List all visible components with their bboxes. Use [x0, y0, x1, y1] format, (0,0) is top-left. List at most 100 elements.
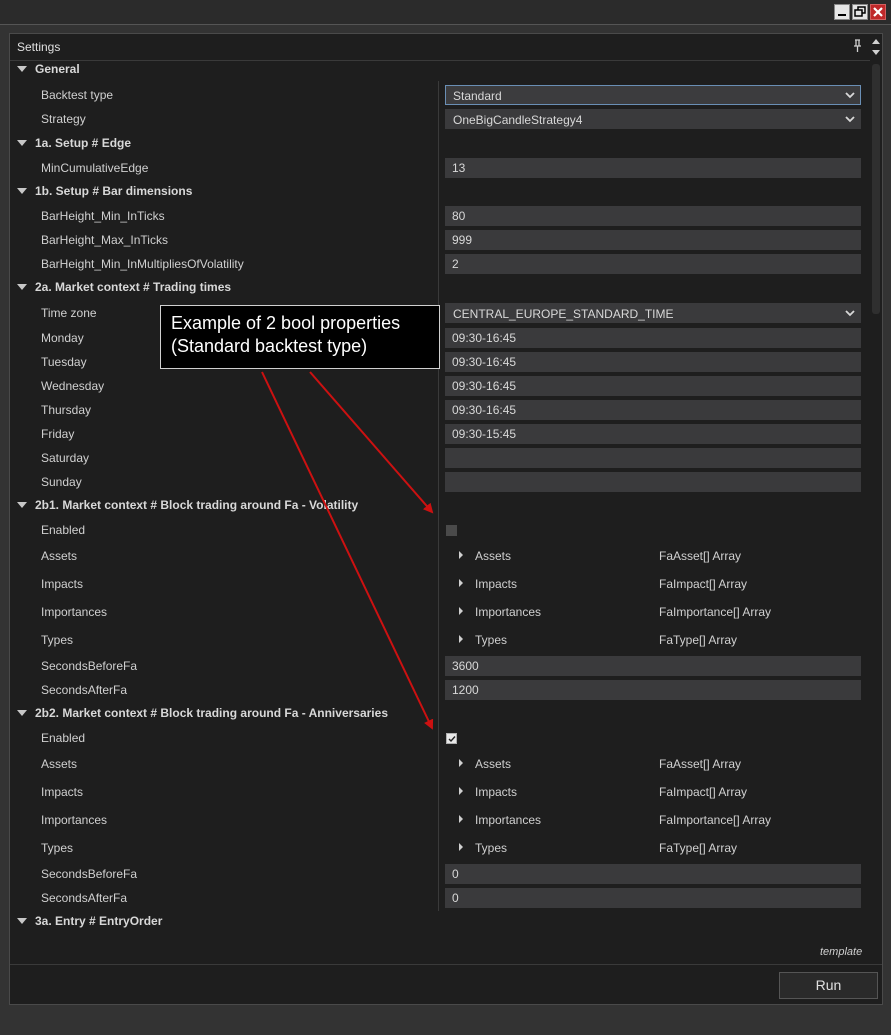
minimize-button[interactable] — [834, 4, 850, 20]
category-anniversaries[interactable]: 2b2. Market context # Block trading arou… — [10, 702, 870, 726]
anniversaries-seconds-after-input[interactable]: 0 — [445, 888, 861, 908]
expand-arrow-icon[interactable] — [459, 607, 463, 615]
chevron-down-icon[interactable] — [844, 307, 856, 319]
volatility-seconds-after-input[interactable]: 1200 — [445, 680, 861, 700]
property-label: SecondsAfterFa — [41, 683, 128, 697]
volatility-seconds-before-input[interactable]: 3600 — [445, 656, 861, 676]
property-label: Importances — [41, 813, 108, 827]
property-volatility-seconds-before: SecondsBeforeFa 3600 — [10, 654, 870, 678]
expand-arrow-icon[interactable] — [459, 843, 463, 851]
array-name[interactable]: Assets — [475, 757, 511, 771]
property-label: MinCumulativeEdge — [41, 161, 149, 175]
expand-arrow-icon[interactable] — [17, 284, 27, 290]
bar-max-ticks-input[interactable]: 999 — [445, 230, 861, 250]
backtest-type-select[interactable]: Standard — [445, 85, 861, 105]
property-label: Strategy — [41, 112, 86, 126]
chevron-down-icon[interactable] — [844, 113, 856, 125]
category-entry-order[interactable]: 3a. Entry # EntryOrder — [10, 910, 870, 934]
restore-button[interactable] — [852, 4, 868, 20]
volatility-enabled-checkbox[interactable] — [446, 525, 457, 536]
scroll-up-icon[interactable] — [870, 36, 882, 46]
expand-arrow-icon[interactable] — [17, 502, 27, 508]
property-label: Importances — [41, 605, 108, 619]
tuesday-input[interactable]: 09:30-16:45 — [445, 352, 861, 372]
array-name[interactable]: Assets — [475, 549, 511, 563]
vertical-scrollbar[interactable] — [870, 34, 882, 964]
saturday-input[interactable] — [445, 448, 861, 468]
expand-arrow-icon[interactable] — [459, 551, 463, 559]
array-name[interactable]: Importances — [475, 605, 541, 619]
wednesday-input[interactable]: 09:30-16:45 — [445, 376, 861, 396]
property-anniversaries-seconds-after: SecondsAfterFa 0 — [10, 886, 870, 910]
expand-arrow-icon[interactable] — [459, 759, 463, 767]
select-value: CENTRAL_EUROPE_STANDARD_TIME — [453, 307, 674, 321]
select-value: OneBigCandleStrategy4 — [453, 113, 583, 127]
anniversaries-enabled-checkbox[interactable] — [446, 733, 457, 744]
expand-arrow-icon[interactable] — [17, 188, 27, 194]
close-button[interactable] — [870, 4, 886, 20]
thursday-input[interactable]: 09:30-16:45 — [445, 400, 861, 420]
expand-arrow-icon[interactable] — [17, 140, 27, 146]
strategy-select[interactable]: OneBigCandleStrategy4 — [445, 109, 861, 129]
array-name[interactable]: Types — [475, 841, 507, 855]
property-label: Wednesday — [41, 379, 105, 393]
category-edge[interactable]: 1a. Setup # Edge — [10, 132, 870, 156]
array-type: FaAsset[] Array — [659, 549, 742, 563]
property-label: Tuesday — [41, 355, 87, 369]
expand-arrow-icon[interactable] — [17, 710, 27, 716]
expand-arrow-icon[interactable] — [17, 918, 27, 924]
property-label: SecondsBeforeFa — [41, 867, 138, 881]
property-saturday: Saturday — [10, 446, 870, 470]
property-volatility-types: Types Types FaType[] Array — [10, 628, 870, 652]
array-name[interactable]: Impacts — [475, 785, 517, 799]
friday-input[interactable]: 09:30-15:45 — [445, 424, 861, 444]
callout-line-1: Example of 2 bool properties — [171, 313, 401, 333]
minimize-icon — [838, 14, 846, 16]
annotation-callout: Example of 2 bool properties (Standard b… — [160, 305, 440, 369]
category-title: 2a. Market context # Trading times — [35, 280, 232, 294]
array-type: FaImportance[] Array — [659, 605, 772, 619]
array-name[interactable]: Importances — [475, 813, 541, 827]
property-volatility-enabled: Enabled — [10, 518, 870, 542]
category-bar-dimensions[interactable]: 1b. Setup # Bar dimensions — [10, 180, 870, 204]
array-type: FaImpact[] Array — [659, 577, 748, 591]
property-label: Assets — [41, 757, 78, 771]
expand-arrow-icon[interactable] — [459, 579, 463, 587]
property-time-zone: Time zone CENTRAL_EUROPE_STANDARD_TIME — [10, 301, 870, 325]
expand-arrow-icon[interactable] — [459, 815, 463, 823]
chevron-down-icon[interactable] — [844, 89, 856, 101]
bar-min-volatility-input[interactable]: 2 — [445, 254, 861, 274]
property-label: Impacts — [41, 577, 84, 591]
property-wednesday: Wednesday 09:30-16:45 — [10, 374, 870, 398]
category-volatility[interactable]: 2b1. Market context # Block trading arou… — [10, 494, 870, 518]
scroll-down-icon[interactable] — [870, 48, 882, 58]
property-label: Types — [41, 633, 74, 647]
property-label: Enabled — [41, 731, 86, 745]
array-name[interactable]: Impacts — [475, 577, 517, 591]
time-zone-select[interactable]: CENTRAL_EUROPE_STANDARD_TIME — [445, 303, 861, 323]
property-label: Friday — [41, 427, 75, 441]
bar-min-ticks-input[interactable]: 80 — [445, 206, 861, 226]
property-bar-min-ticks: BarHeight_Min_InTicks 80 — [10, 204, 870, 228]
monday-input[interactable]: 09:30-16:45 — [445, 328, 861, 348]
property-volatility-impacts: Impacts Impacts FaImpact[] Array — [10, 572, 870, 596]
property-anniversaries-enabled: Enabled — [10, 726, 870, 750]
category-general[interactable]: General — [10, 58, 870, 82]
scroll-thumb[interactable] — [872, 64, 880, 314]
property-label: Types — [41, 841, 74, 855]
category-trading-times[interactable]: 2a. Market context # Trading times — [10, 276, 870, 300]
template-label[interactable]: template — [820, 946, 862, 958]
expand-arrow-icon[interactable] — [17, 66, 27, 72]
close-icon — [873, 7, 883, 17]
run-button[interactable]: Run — [779, 972, 878, 999]
property-label: BarHeight_Min_InMultipliesOfVolatility — [41, 257, 244, 271]
property-anniversaries-types: Types Types FaType[] Array — [10, 836, 870, 860]
min-cumulative-edge-input[interactable]: 13 — [445, 158, 861, 178]
sunday-input[interactable] — [445, 472, 861, 492]
pin-icon[interactable] — [851, 38, 863, 54]
property-friday: Friday 09:30-15:45 — [10, 422, 870, 446]
array-name[interactable]: Types — [475, 633, 507, 647]
expand-arrow-icon[interactable] — [459, 787, 463, 795]
expand-arrow-icon[interactable] — [459, 635, 463, 643]
anniversaries-seconds-before-input[interactable]: 0 — [445, 864, 861, 884]
